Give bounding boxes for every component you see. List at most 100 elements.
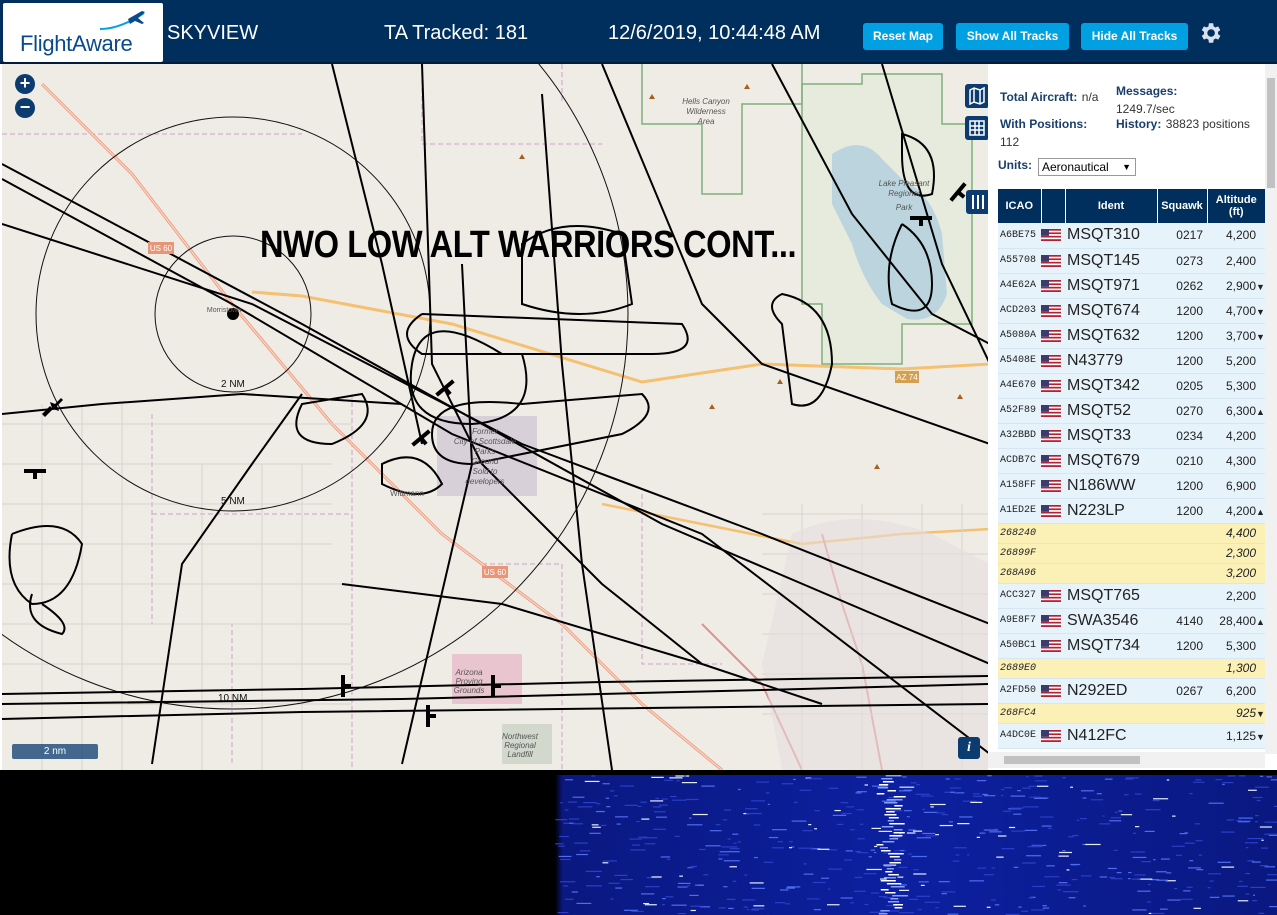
svg-text:AZ 74: AZ 74 — [896, 373, 918, 382]
table-row[interactable]: A9E8F7 SWA3546 4140 28,400▲ — [998, 608, 1265, 634]
squawk-cell: 0217 — [1157, 223, 1207, 249]
squawk-cell — [1157, 583, 1207, 609]
flag-cell — [1041, 543, 1065, 564]
zoom-in-button[interactable]: + — [15, 74, 35, 94]
table-row[interactable]: A2FD50 N292ED 0267 6,200 — [998, 678, 1265, 704]
clock-datetime: 12/6/2019, 10:44:48 AM — [608, 22, 821, 44]
hide-all-tracks-button[interactable]: Hide All Tracks — [1081, 23, 1188, 50]
table-row[interactable]: ACD203 MSQT674 1200 4,700▼ — [998, 298, 1265, 324]
altitude-cell: 6,200 — [1207, 678, 1265, 704]
icao-cell: A5080A — [998, 323, 1041, 349]
ident-cell: MSQT52 — [1065, 398, 1157, 424]
us-flag-icon — [1041, 589, 1061, 602]
svg-text:Regional: Regional — [504, 741, 536, 750]
aircraft-sidebar: Total Aircraft: n/a With Positions: 112 … — [988, 64, 1277, 770]
table-row[interactable]: A32BBD MSQT33 0234 4,200 — [998, 423, 1265, 449]
squawk-cell: 0234 — [1157, 423, 1207, 449]
squawk-cell: 1200 — [1157, 633, 1207, 659]
messages-label: Messages: — [1116, 84, 1178, 98]
altitude-value: 6,900 — [1225, 478, 1256, 493]
altitude-cell: 3,700▼ — [1207, 323, 1265, 349]
column-toggle-icon[interactable] — [966, 190, 988, 214]
column-header-ident[interactable]: Ident — [1065, 189, 1158, 223]
map-view[interactable]: 2 NM 5 NM 10 NM Hells Canyon Wilderness … — [0, 64, 988, 770]
ident-cell: N223LP — [1065, 498, 1157, 524]
altitude-cell: 5,200 — [1207, 348, 1265, 374]
flag-cell — [1041, 583, 1065, 609]
column-header-flag[interactable] — [1041, 189, 1066, 223]
squawk-cell — [1157, 543, 1207, 564]
ident-cell: N43779 — [1065, 348, 1157, 374]
table-row[interactable]: ACC327 MSQT765 2,200 — [998, 583, 1265, 609]
altitude-value: 5,300 — [1225, 378, 1256, 393]
table-row[interactable]: 268FC4 925▼ — [998, 703, 1265, 724]
altitude-cell: 4,300 — [1207, 448, 1265, 474]
icao-cell: 26899F — [998, 543, 1041, 564]
table-row[interactable]: A4DC0E N412FC 1,125▼ — [998, 723, 1265, 749]
flag-cell — [1041, 348, 1065, 374]
table-row[interactable]: A5080A MSQT632 1200 3,700▼ — [998, 323, 1265, 349]
flag-cell — [1041, 423, 1065, 449]
sidebar-horizontal-scrollbar[interactable] — [988, 752, 1265, 768]
table-row[interactable]: ACDB7C MSQT679 0210 4,300 — [998, 448, 1265, 474]
us-flag-icon — [1041, 304, 1061, 317]
squawk-cell — [1157, 723, 1207, 749]
altitude-value: 4,200 — [1225, 428, 1256, 443]
table-row[interactable]: A6BE75 MSQT310 0217 4,200 — [998, 223, 1265, 249]
us-flag-icon — [1041, 639, 1061, 652]
flag-cell — [1041, 248, 1065, 274]
table-row[interactable]: A5408E N43779 1200 5,200 — [998, 348, 1265, 374]
column-header-icao[interactable]: ICAO — [998, 189, 1042, 223]
us-flag-icon — [1041, 229, 1061, 242]
table-row[interactable]: 268A96 3,200 — [998, 563, 1265, 584]
map-canvas[interactable]: 2 NM 5 NM 10 NM Hells Canyon Wilderness … — [2, 64, 988, 770]
units-select[interactable]: Aeronautical ▼ — [1038, 158, 1136, 176]
altitude-trend-icon: ▲ — [1256, 506, 1265, 517]
altitude-value: 5,300 — [1225, 638, 1256, 653]
flightaware-logo[interactable]: FlightAware — [3, 3, 163, 62]
us-flag-icon — [1041, 429, 1061, 442]
altitude-cell: 4,200▲ — [1207, 498, 1265, 524]
altitude-trend-icon: ▼ — [1256, 731, 1265, 742]
table-row[interactable]: A55708 MSQT145 0273 2,400 — [998, 248, 1265, 274]
ident-cell: MSQT342 — [1065, 373, 1157, 399]
squawk-cell — [1157, 523, 1207, 544]
altitude-value: 1,300 — [1225, 661, 1256, 675]
zoom-out-button[interactable]: − — [15, 98, 35, 118]
show-all-tracks-button[interactable]: Show All Tracks — [956, 23, 1069, 50]
table-row[interactable]: A52F89 MSQT52 0270 6,300▲ — [998, 398, 1265, 424]
flag-cell — [1041, 563, 1065, 584]
column-header-altitude[interactable]: Altitude (ft) — [1207, 189, 1265, 223]
map-layers-icon[interactable] — [965, 84, 988, 108]
sidebar-vertical-scrollbar[interactable] — [1265, 64, 1277, 754]
info-icon[interactable]: i — [958, 737, 980, 759]
table-row[interactable]: A158FF N186WW 1200 6,900 — [998, 473, 1265, 499]
svg-text:US 60: US 60 — [484, 568, 507, 577]
ident-cell: N186WW — [1065, 473, 1157, 499]
icao-cell: 268A96 — [998, 563, 1041, 584]
altitude-value: 2,200 — [1225, 588, 1256, 603]
altitude-cell: 925▼ — [1207, 703, 1265, 724]
altitude-cell: 28,400▲ — [1207, 608, 1265, 634]
map-scale: 2 nm — [12, 744, 98, 759]
ident-cell — [1065, 703, 1157, 724]
svg-text:Grounds: Grounds — [454, 686, 485, 695]
table-row[interactable]: 268240 4,400 — [998, 523, 1265, 544]
history-value: 38823 positions — [1165, 117, 1250, 131]
altitude-cell: 4,200 — [1207, 423, 1265, 449]
squawk-cell — [1157, 563, 1207, 584]
svg-text:US 60: US 60 — [150, 244, 173, 253]
table-row[interactable]: A4E670 MSQT342 0205 5,300 — [998, 373, 1265, 399]
squawk-cell: 1200 — [1157, 348, 1207, 374]
table-row[interactable]: 26899F 2,300 — [998, 543, 1265, 564]
table-row[interactable]: A1ED2E N223LP 1200 4,200▲ — [998, 498, 1265, 524]
column-header-squawk[interactable]: Squawk — [1157, 189, 1208, 223]
altitude-cell: 6,300▲ — [1207, 398, 1265, 424]
table-row[interactable]: 2689E0 1,300 — [998, 658, 1265, 679]
gear-icon[interactable] — [1197, 20, 1223, 46]
table-row[interactable]: A50BC1 MSQT734 1200 5,300 — [998, 633, 1265, 659]
flag-cell — [1041, 703, 1065, 724]
grid-toggle-icon[interactable] — [965, 116, 988, 140]
table-row[interactable]: A4E62A MSQT971 0262 2,900▼ — [998, 273, 1265, 299]
reset-map-button[interactable]: Reset Map — [863, 23, 943, 50]
